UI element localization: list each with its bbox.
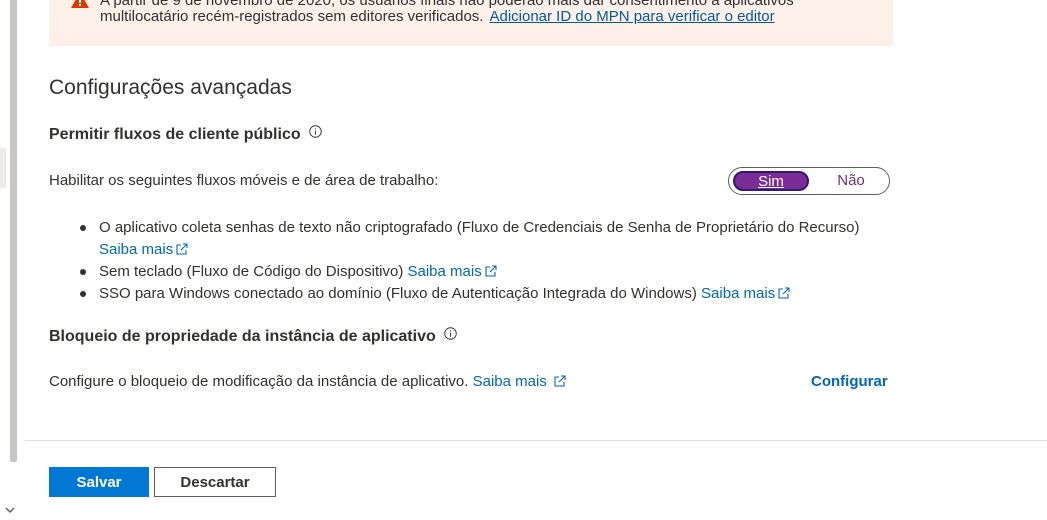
instance-lock-heading: Bloqueio de propriedade da instância de …	[49, 327, 457, 347]
instance-lock-heading-text: Bloqueio de propriedade da instância de …	[49, 328, 436, 345]
info-icon[interactable]	[444, 327, 457, 340]
warning-text-line2: multilocatário recém-registrados sem edi…	[100, 8, 775, 26]
public-client-flows-list: O aplicativo coleta senhas de texto não …	[80, 217, 869, 305]
info-icon[interactable]	[309, 125, 322, 138]
public-client-flows-toggle[interactable]: Sim Não	[728, 167, 890, 195]
chevron-down-icon[interactable]	[5, 505, 15, 515]
warning-text: multilocatário recém-registrados sem edi…	[100, 8, 484, 25]
advanced-settings-title: Configurações avançadas	[49, 76, 292, 99]
toggle-yes-label: Sim	[758, 173, 784, 190]
instance-lock-description-row: Configure o bloqueio de modificação da i…	[49, 372, 567, 392]
discard-button[interactable]: Descartar	[154, 467, 276, 497]
flow-description: O aplicativo coleta senhas de texto não …	[99, 219, 860, 236]
vertical-scrollbar[interactable]	[0, 0, 20, 520]
scroll-marker	[0, 148, 6, 188]
scrollbar-thumb[interactable]	[10, 0, 17, 462]
instance-lock-description: Configure o bloqueio de modificação da i…	[49, 373, 469, 390]
footer-divider	[25, 440, 1047, 441]
flow-description: SSO para Windows conectado ao domínio (F…	[99, 285, 697, 302]
warning-icon	[71, 0, 89, 8]
toggle-option-no[interactable]: Não	[821, 171, 881, 191]
configure-instance-lock-link[interactable]: Configurar	[811, 372, 888, 392]
learn-more-link[interactable]: Saiba mais	[99, 241, 189, 258]
external-link-icon	[778, 287, 790, 299]
public-client-flows-heading-text: Permitir fluxos de cliente público	[49, 126, 301, 143]
toggle-option-yes[interactable]: Sim	[733, 171, 809, 191]
app-registration-authentication-page: A partir de 9 de novembro de 2020, os us…	[0, 0, 1047, 520]
external-link-icon	[485, 265, 497, 277]
list-item: SSO para Windows conectado ao domínio (F…	[80, 283, 869, 305]
add-mpn-id-link[interactable]: Adicionar ID do MPN para verificar o edi…	[489, 8, 774, 25]
list-item: O aplicativo coleta senhas de texto não …	[80, 217, 869, 261]
public-client-flows-heading: Permitir fluxos de cliente público	[49, 125, 322, 145]
list-item: Sem teclado (Fluxo de Código do Disposit…	[80, 261, 869, 283]
public-client-description: Habilitar os seguintes fluxos móveis e d…	[49, 172, 439, 189]
learn-more-label: Saiba mais	[99, 241, 174, 258]
learn-more-link[interactable]: Saiba mais	[408, 263, 498, 280]
save-button[interactable]: Salvar	[49, 467, 149, 497]
learn-more-label: Saiba mais	[701, 285, 776, 302]
learn-more-label: Saiba mais	[407, 263, 482, 280]
external-link-icon	[554, 375, 566, 387]
learn-more-label: Saiba mais	[472, 373, 547, 390]
learn-more-link[interactable]: Saiba mais	[701, 285, 791, 302]
external-link-icon	[176, 243, 188, 255]
flow-description: Sem teclado (Fluxo de Código do Disposit…	[99, 263, 404, 280]
publisher-warning-banner: A partir de 9 de novembro de 2020, os us…	[49, 0, 893, 46]
learn-more-link[interactable]: Saiba mais	[473, 373, 567, 390]
